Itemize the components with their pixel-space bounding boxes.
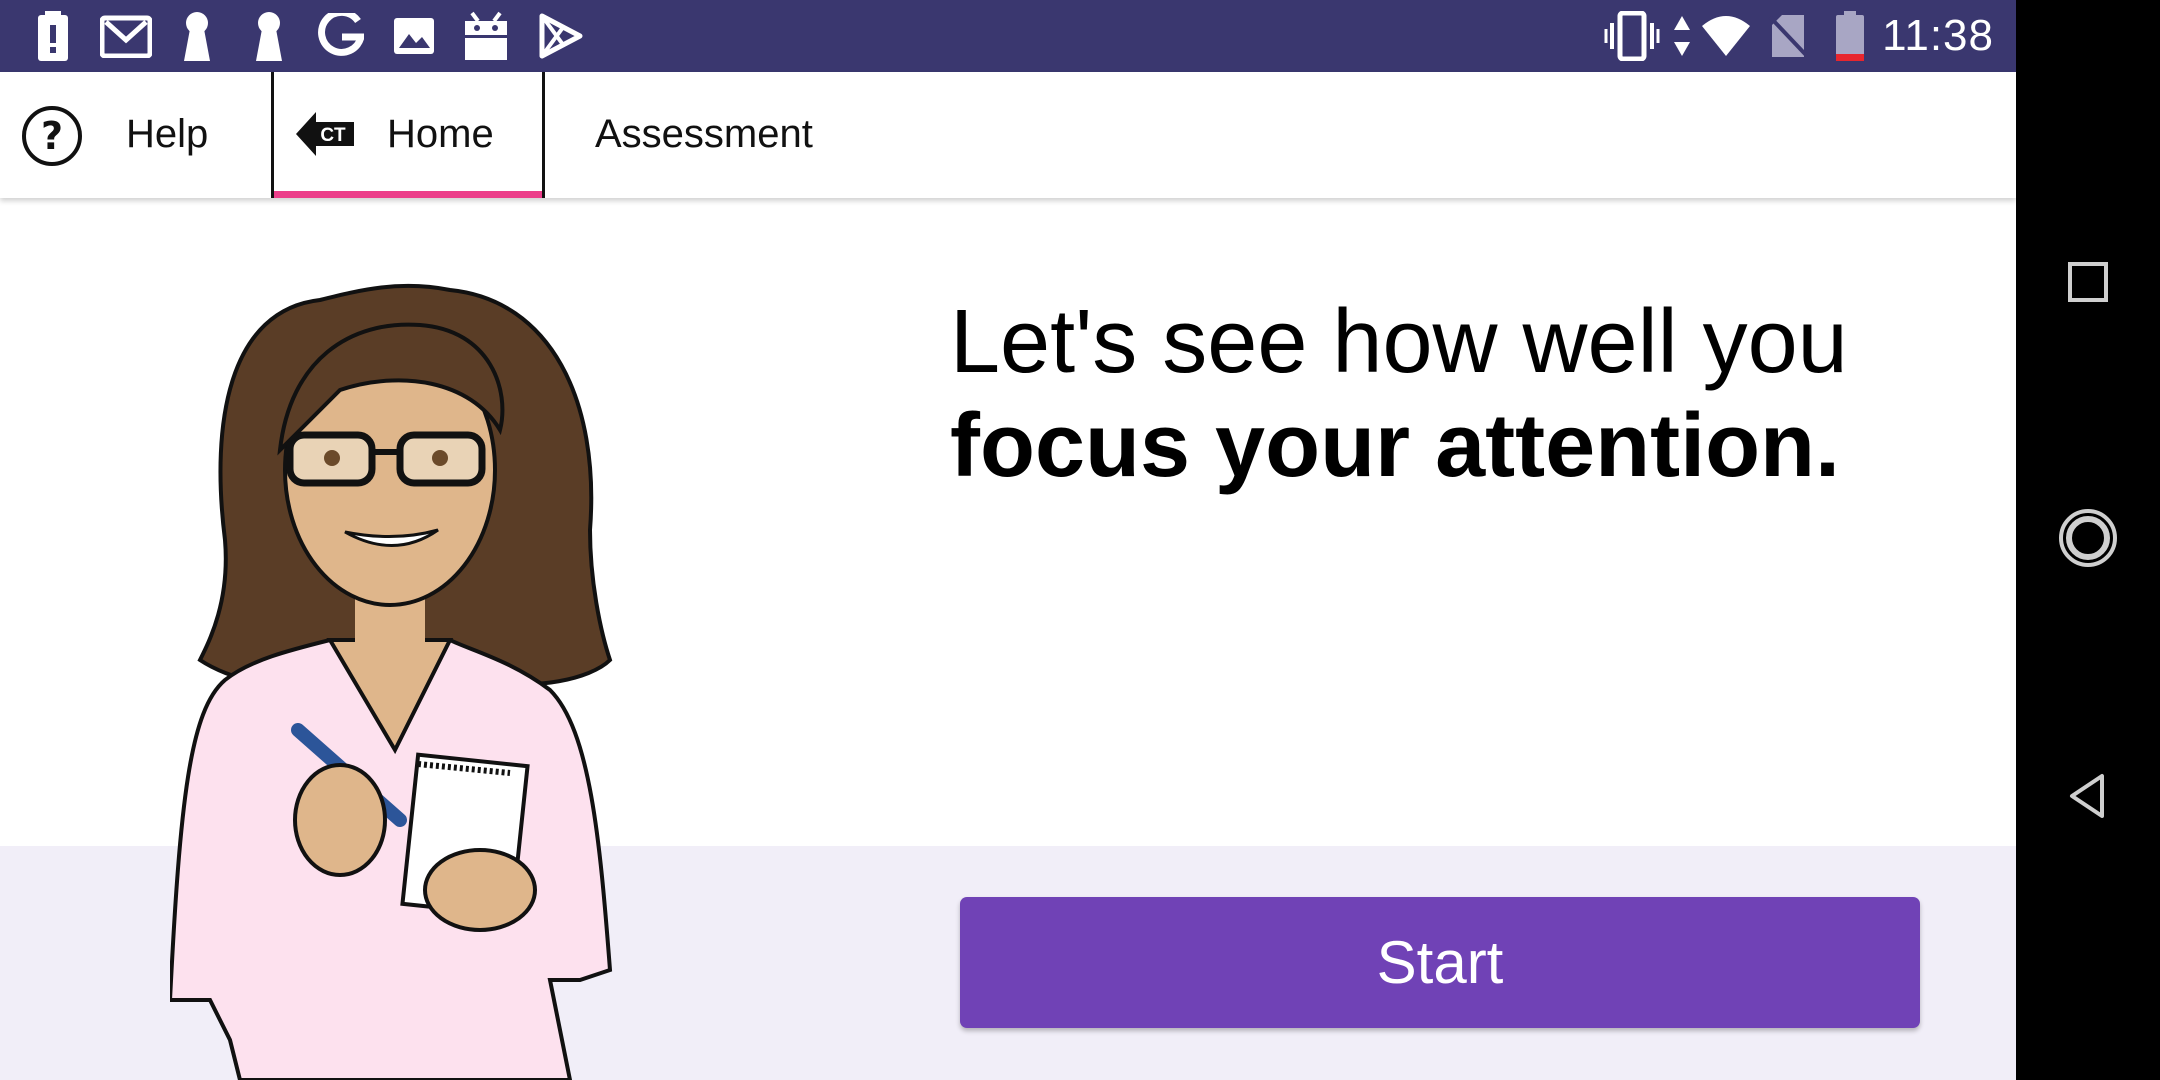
wifi-icon [1700, 10, 1752, 62]
start-button[interactable]: Start [960, 897, 1920, 1028]
data-arrows-icon [1672, 10, 1692, 62]
play-icon [536, 10, 584, 62]
tab-home[interactable]: CT Home [271, 72, 545, 198]
tab-assessment[interactable]: Assessment [575, 72, 875, 198]
back-triangle-icon[interactable] [2058, 766, 2118, 826]
keyhole-icon [254, 10, 284, 62]
home-circle-icon[interactable] [2058, 508, 2118, 568]
tab-bar: ? Help CT Home Assessment [0, 72, 2016, 198]
battery-alert-icon [36, 10, 70, 62]
help-icon: ? [22, 106, 82, 166]
tab-help-label: Help [126, 112, 209, 156]
headline-line-2: focus your attention. [950, 396, 1841, 496]
headline-line-1: Let's see how well you [950, 292, 1848, 392]
android-icon [462, 10, 510, 62]
assessor-illustration [170, 283, 613, 1080]
app-screen: 11:38 ? Help CT Home Assessment Let's se… [0, 0, 2016, 1080]
headline: Let's see how well you focus your attent… [950, 290, 1990, 498]
image-icon [392, 10, 436, 62]
status-bar: 11:38 [0, 0, 2016, 72]
battery-low-icon [1836, 10, 1864, 62]
clock: 11:38 [1882, 11, 1994, 60]
tab-assessment-label: Assessment [595, 112, 813, 156]
tab-home-label: Home [387, 112, 494, 156]
back-arrow-ct-icon: CT [296, 110, 356, 168]
overview-square-icon[interactable] [2058, 252, 2118, 312]
no-sim-icon [1768, 10, 1808, 62]
google-icon [318, 10, 364, 62]
navigation-bar [2016, 0, 2160, 1080]
vibrate-icon [1604, 10, 1660, 62]
tab-help[interactable]: ? Help [0, 72, 270, 198]
svg-text:CT: CT [320, 125, 346, 146]
keyhole-icon [182, 10, 212, 62]
selected-tab-indicator [274, 191, 542, 198]
gmail-icon [100, 10, 152, 62]
